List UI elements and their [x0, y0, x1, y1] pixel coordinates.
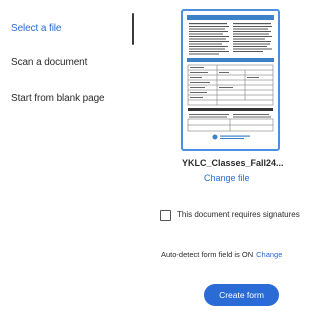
nav-item-blank-page[interactable]: Start from blank page [11, 93, 105, 104]
auto-detect-row: Auto-detect form field is ON Change [161, 250, 282, 259]
nav-item-scan-document[interactable]: Scan a document [11, 57, 87, 68]
change-file-link[interactable]: Change file [204, 173, 250, 183]
nav-item-select-file[interactable]: Select a file [11, 23, 62, 34]
source-nav: Select a file Scan a document Start from… [0, 0, 140, 322]
active-nav-indicator [132, 13, 134, 45]
document-thumbnail[interactable] [181, 9, 280, 151]
signatures-checkbox[interactable] [160, 210, 171, 221]
create-form-button[interactable]: Create form [204, 284, 279, 306]
auto-detect-change-link[interactable]: Change [256, 250, 282, 259]
document-preview-image [187, 15, 274, 140]
create-form-panel: Select a file Scan a document Start from… [0, 0, 322, 322]
auto-detect-status: Auto-detect form field is ON [161, 250, 254, 259]
file-name: YKLC_Classes_Fall24... [182, 158, 284, 168]
signatures-label: This document requires signatures [177, 210, 300, 219]
